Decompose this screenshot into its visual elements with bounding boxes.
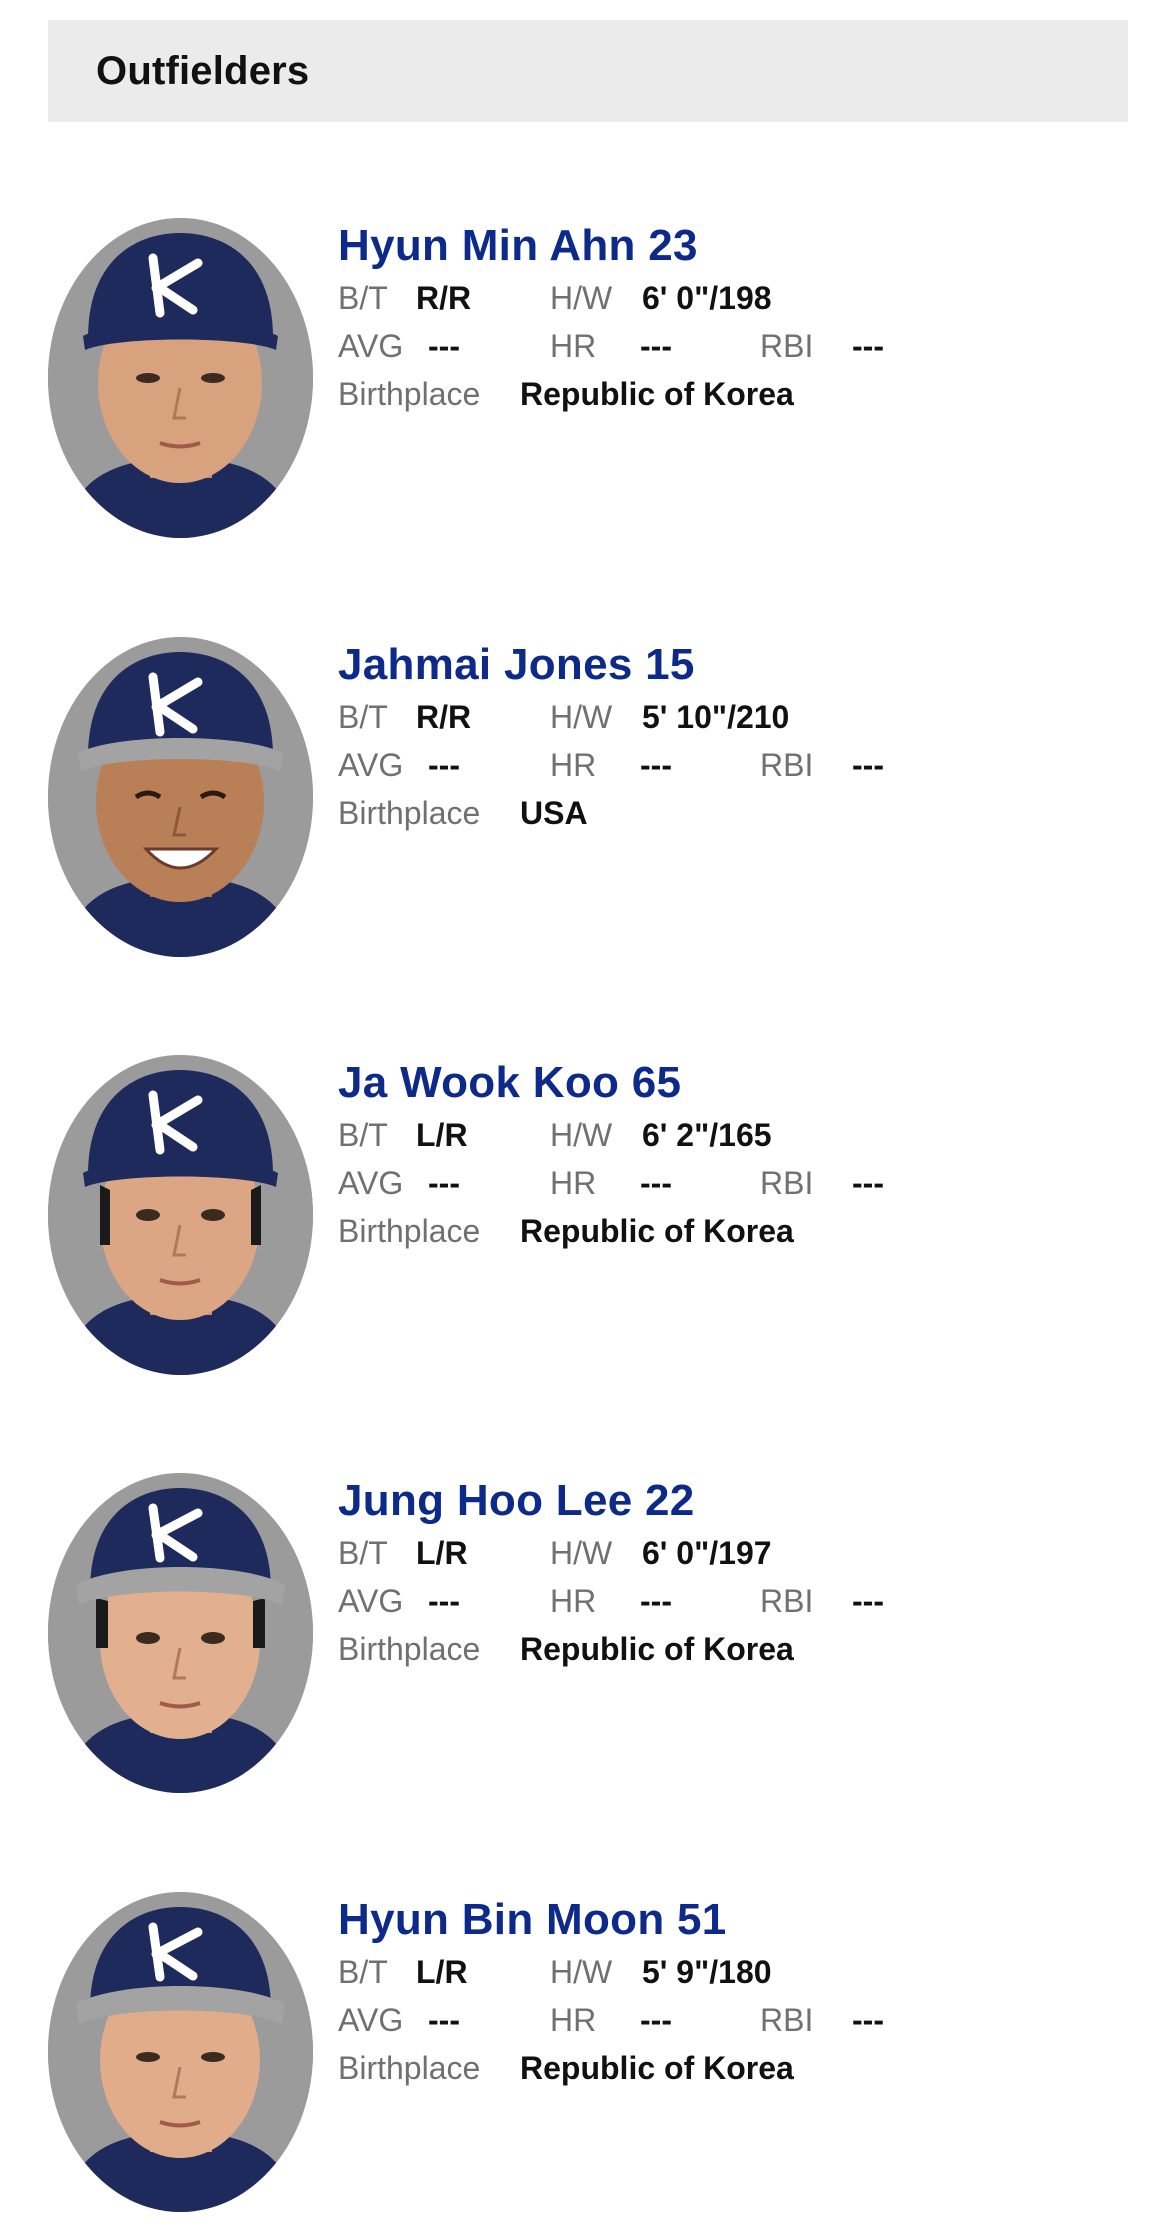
birthplace-row: Birthplace USA bbox=[338, 789, 695, 837]
bt-value: R/R bbox=[416, 280, 472, 316]
birthplace-row: Birthplace Republic of Korea bbox=[338, 2044, 794, 2092]
bt-hw-row: B/T R/R H/W 6' 0"/198 bbox=[338, 274, 772, 322]
avg-value: --- bbox=[428, 328, 460, 364]
bt-value: L/R bbox=[416, 1954, 468, 1990]
player-card[interactable]: Jung Hoo Lee 22 B/T L/R H/W 6' 0"/197 AV… bbox=[48, 1473, 1128, 1803]
hr-value: --- bbox=[640, 747, 672, 783]
birthplace-label: Birthplace bbox=[338, 795, 481, 831]
rbi-value: --- bbox=[852, 328, 884, 364]
hw-value: 6' 2"/165 bbox=[642, 1117, 772, 1153]
birthplace-label: Birthplace bbox=[338, 1631, 481, 1667]
avg-label: AVG bbox=[338, 747, 404, 783]
birthplace-label: Birthplace bbox=[338, 2050, 481, 2086]
avg-label: AVG bbox=[338, 2002, 404, 2038]
avg-value: --- bbox=[428, 747, 460, 783]
bt-hw-row: B/T R/R H/W 5' 10"/210 bbox=[338, 693, 789, 741]
hr-value: --- bbox=[640, 2002, 672, 2038]
rbi-value: --- bbox=[852, 747, 884, 783]
birthplace-label: Birthplace bbox=[338, 1213, 481, 1249]
hw-value: 5' 9"/180 bbox=[642, 1954, 772, 1990]
rbi-value: --- bbox=[852, 2002, 884, 2038]
hw-value: 6' 0"/198 bbox=[642, 280, 772, 316]
hw-value: 5' 10"/210 bbox=[642, 699, 790, 735]
section-header: Outfielders bbox=[48, 20, 1128, 122]
stats-row: AVG --- HR --- RBI --- bbox=[338, 1996, 884, 2044]
hw-label: H/W bbox=[550, 1117, 613, 1153]
hr-label: HR bbox=[550, 328, 597, 364]
player-card[interactable]: Jahmai Jones 15 B/T R/R H/W 5' 10"/210 A… bbox=[48, 637, 1128, 967]
player-info: Hyun Bin Moon 51 B/T L/R H/W 5' 9"/180 A… bbox=[338, 1892, 884, 2092]
bt-label: B/T bbox=[338, 699, 388, 735]
stats-row: AVG --- HR --- RBI --- bbox=[338, 1577, 884, 1625]
bt-label: B/T bbox=[338, 1954, 388, 1990]
avg-label: AVG bbox=[338, 1165, 404, 1201]
birthplace-value: Republic of Korea bbox=[520, 1631, 794, 1667]
hw-label: H/W bbox=[550, 1535, 613, 1571]
rbi-label: RBI bbox=[760, 328, 814, 364]
hr-label: HR bbox=[550, 747, 597, 783]
birthplace-row: Birthplace Republic of Korea bbox=[338, 1207, 794, 1255]
player-headshot[interactable] bbox=[48, 637, 313, 957]
player-headshot[interactable] bbox=[48, 1473, 313, 1793]
birthplace-row: Birthplace Republic of Korea bbox=[338, 370, 794, 418]
player-info: Jahmai Jones 15 B/T R/R H/W 5' 10"/210 A… bbox=[338, 637, 884, 837]
hw-label: H/W bbox=[550, 699, 613, 735]
player-card[interactable]: Ja Wook Koo 65 B/T L/R H/W 6' 2"/165 AVG… bbox=[48, 1055, 1128, 1385]
player-headshot[interactable] bbox=[48, 1055, 313, 1375]
player-headshot[interactable] bbox=[48, 1892, 313, 2212]
birthplace-row: Birthplace Republic of Korea bbox=[338, 1625, 794, 1673]
birthplace-label: Birthplace bbox=[338, 376, 481, 412]
hw-label: H/W bbox=[550, 1954, 613, 1990]
bt-hw-row: B/T L/R H/W 6' 2"/165 bbox=[338, 1111, 772, 1159]
avg-label: AVG bbox=[338, 328, 404, 364]
hr-value: --- bbox=[640, 328, 672, 364]
player-name[interactable]: Ja Wook Koo 65 bbox=[338, 1055, 681, 1111]
avg-value: --- bbox=[428, 1165, 460, 1201]
rbi-label: RBI bbox=[760, 747, 814, 783]
hr-value: --- bbox=[640, 1165, 672, 1201]
rbi-label: RBI bbox=[760, 1165, 814, 1201]
hr-label: HR bbox=[550, 1583, 597, 1619]
player-card[interactable]: Hyun Min Ahn 23 B/T R/R H/W 6' 0"/198 AV… bbox=[48, 218, 1128, 548]
player-name[interactable]: Jung Hoo Lee 22 bbox=[338, 1473, 695, 1529]
stats-row: AVG --- HR --- RBI --- bbox=[338, 741, 884, 789]
section-title: Outfielders bbox=[96, 48, 310, 93]
rbi-label: RBI bbox=[760, 2002, 814, 2038]
birthplace-value: Republic of Korea bbox=[520, 2050, 794, 2086]
stats-row: AVG --- HR --- RBI --- bbox=[338, 322, 884, 370]
player-headshot[interactable] bbox=[48, 218, 313, 538]
stats-row: AVG --- HR --- RBI --- bbox=[338, 1159, 884, 1207]
player-name[interactable]: Jahmai Jones 15 bbox=[338, 637, 695, 693]
bt-value: R/R bbox=[416, 699, 472, 735]
bt-label: B/T bbox=[338, 1535, 388, 1571]
rbi-value: --- bbox=[852, 1165, 884, 1201]
avg-label: AVG bbox=[338, 1583, 404, 1619]
birthplace-value: Republic of Korea bbox=[520, 1213, 794, 1249]
player-name[interactable]: Hyun Bin Moon 51 bbox=[338, 1892, 727, 1948]
bt-label: B/T bbox=[338, 1117, 388, 1153]
player-card[interactable]: Hyun Bin Moon 51 B/T L/R H/W 5' 9"/180 A… bbox=[48, 1892, 1128, 2222]
avg-value: --- bbox=[428, 2002, 460, 2038]
bt-label: B/T bbox=[338, 280, 388, 316]
bt-value: L/R bbox=[416, 1117, 468, 1153]
player-name[interactable]: Hyun Min Ahn 23 bbox=[338, 218, 698, 274]
birthplace-value: USA bbox=[520, 795, 588, 831]
hw-value: 6' 0"/197 bbox=[642, 1535, 772, 1571]
bt-value: L/R bbox=[416, 1535, 468, 1571]
hw-label: H/W bbox=[550, 280, 613, 316]
avg-value: --- bbox=[428, 1583, 460, 1619]
bt-hw-row: B/T L/R H/W 6' 0"/197 bbox=[338, 1529, 772, 1577]
player-info: Ja Wook Koo 65 B/T L/R H/W 6' 2"/165 AVG… bbox=[338, 1055, 884, 1255]
bt-hw-row: B/T L/R H/W 5' 9"/180 bbox=[338, 1948, 772, 1996]
hr-label: HR bbox=[550, 1165, 597, 1201]
hr-value: --- bbox=[640, 1583, 672, 1619]
rbi-label: RBI bbox=[760, 1583, 814, 1619]
birthplace-value: Republic of Korea bbox=[520, 376, 794, 412]
rbi-value: --- bbox=[852, 1583, 884, 1619]
player-info: Jung Hoo Lee 22 B/T L/R H/W 6' 0"/197 AV… bbox=[338, 1473, 884, 1673]
player-info: Hyun Min Ahn 23 B/T R/R H/W 6' 0"/198 AV… bbox=[338, 218, 884, 418]
hr-label: HR bbox=[550, 2002, 597, 2038]
